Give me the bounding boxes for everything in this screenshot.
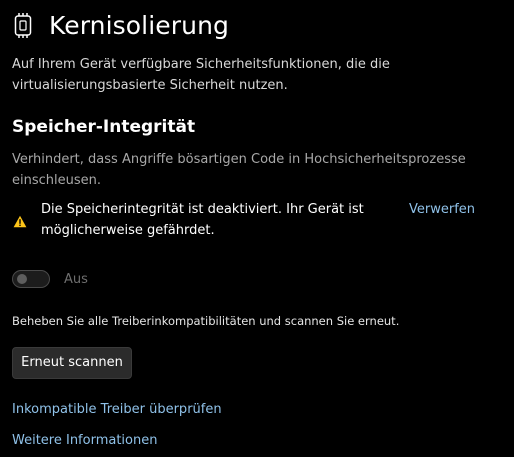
fix-hint-text: Beheben Sie alle Treiberinkompatibilität… [12,314,400,328]
page-header: Kernisolierung [12,8,229,42]
memory-integrity-title: Speicher-Integrität [12,117,196,137]
memory-integrity-description: Verhindert, dass Angriffe bösartigen Cod… [12,152,466,188]
warning-icon [13,213,27,228]
intro-text: Auf Ihrem Gerät verfügbare Sicherheitsfu… [12,57,390,93]
rescan-button[interactable]: Erneut scannen [12,347,132,379]
more-info-link[interactable]: Weitere Informationen [12,431,157,451]
memory-integrity-toggle[interactable] [12,270,50,288]
toggle-state-label: Aus [64,272,88,287]
core-isolation-chip-icon [12,12,34,38]
dismiss-link[interactable]: Verwerfen [409,199,475,220]
check-incompatible-drivers-link[interactable]: Inkompatible Treiber überprüfen [12,400,222,420]
toggle-knob [17,274,27,284]
warning-message: Die Speicherintegrität ist deaktiviert. … [41,202,364,238]
page-title: Kernisolierung [49,10,229,40]
